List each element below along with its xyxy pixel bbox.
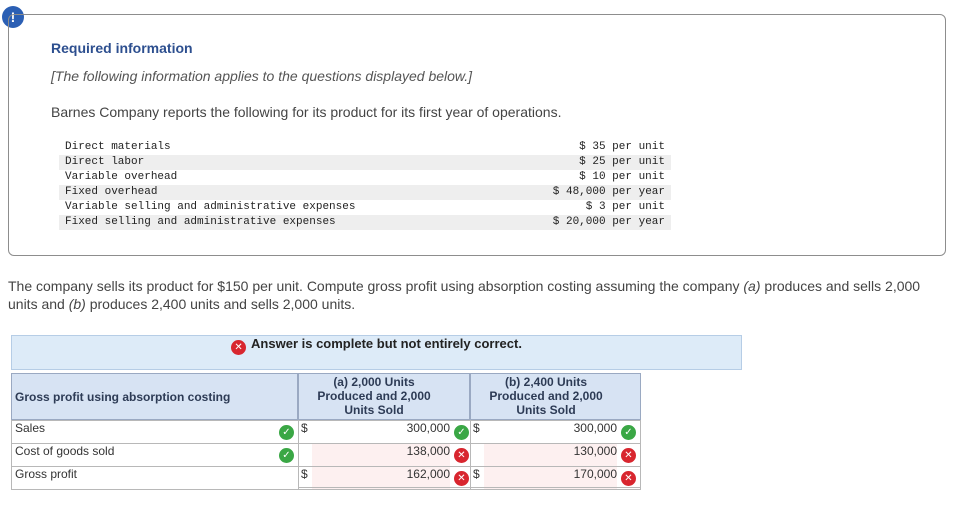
table-row: Direct labor $ 25 per unit (59, 155, 671, 170)
row-label-sales: Sales (15, 421, 46, 435)
required-information-title: Required information (51, 40, 193, 56)
col-b-header: (b) 2,400 Units Produced and 2,000 Units… (470, 375, 622, 417)
cost-label: Fixed overhead (59, 185, 499, 200)
sales-b-input[interactable]: 300,000 (484, 421, 617, 443)
double-underline (298, 487, 641, 488)
incorrect-icon: ✕ (621, 471, 636, 486)
cost-label: Variable selling and administrative expe… (65, 201, 356, 213)
table-row: Fixed selling and administrative expense… (59, 215, 671, 230)
question-part: produces 2,400 units and sells 2,000 uni… (85, 296, 356, 312)
banner-text: Answer is complete but not entirely corr… (251, 336, 522, 351)
dollar-sign: $ (301, 421, 308, 435)
question-text: The company sells its product for $150 p… (8, 277, 948, 313)
table-row: Fixed overhead $ 48,000 per year (59, 185, 671, 200)
cost-data-table: Direct materials $ 35 per unit Direct lab… (59, 140, 671, 230)
cost-value: $ 3 per unit (585, 201, 665, 213)
incorrect-icon: ✕ (454, 448, 469, 463)
answer-status-banner: ✕ Answer is complete but not entirely cor… (11, 335, 742, 370)
cost-label: Fixed selling and administrative expense… (59, 215, 499, 230)
check-icon: ✓ (454, 425, 469, 440)
col-b-header-line: Produced and 2,000 (489, 389, 603, 403)
check-icon: ✓ (279, 425, 294, 440)
cost-label: Direct materials (65, 141, 171, 153)
cost-label: Direct labor (59, 155, 499, 170)
question-marker-b: (b) (68, 296, 86, 312)
col-a-header: (a) 2,000 Units Produced and 2,000 Units… (298, 375, 450, 417)
row-label-cogs: Cost of goods sold (15, 444, 115, 458)
incorrect-icon: ✕ (231, 340, 247, 355)
col-a-header-line: (a) 2,000 Units (333, 375, 415, 389)
intro-text: Barnes Company reports the following for… (51, 104, 562, 120)
dollar-sign: $ (473, 467, 480, 481)
col-divider (640, 420, 641, 490)
table-row: Direct materials $ 35 per unit (59, 140, 671, 155)
check-icon: ✓ (279, 448, 294, 463)
dollar-sign: $ (473, 421, 480, 435)
required-information-subtitle: [The following information applies to th… (51, 68, 473, 84)
table-header-label: Gross profit using absorption costing (15, 390, 231, 404)
col-divider (470, 420, 471, 490)
cost-value: $ 35 per unit (579, 141, 665, 153)
cogs-a-input[interactable]: 138,000 (312, 444, 450, 466)
incorrect-icon: ✕ (621, 448, 636, 463)
incorrect-icon: ✕ (454, 471, 469, 486)
table-row: Variable overhead $ 10 per unit (59, 170, 671, 185)
row-label-gross-profit: Gross profit (15, 467, 78, 481)
dollar-sign: $ (301, 467, 308, 481)
cogs-b-input[interactable]: 130,000 (484, 444, 617, 466)
row-divider (11, 489, 641, 490)
cost-label: Variable overhead (65, 171, 178, 183)
table-row: Variable selling and administrative expe… (59, 200, 671, 215)
col-a-header-line: Units Sold (344, 403, 404, 417)
question-part: The company sells its product for $150 p… (8, 278, 744, 294)
col-divider (298, 420, 299, 490)
gross-profit-b-input[interactable]: 170,000 (484, 467, 617, 489)
cost-value: $ 48,000 per year (499, 185, 671, 200)
col-divider (11, 420, 12, 490)
check-icon: ✓ (621, 425, 636, 440)
col-b-header-line: (b) 2,400 Units (504, 375, 588, 389)
col-a-header-line: Produced and 2,000 (317, 389, 431, 403)
cost-value: $ 20,000 per year (499, 215, 671, 230)
cost-value: $ 10 per unit (579, 171, 665, 183)
gross-profit-a-input[interactable]: 162,000 (312, 467, 450, 489)
col-b-header-line: Units Sold (516, 403, 576, 417)
cost-value: $ 25 per unit (499, 155, 671, 170)
question-marker-a: (a) (743, 278, 761, 294)
sales-a-input[interactable]: 300,000 (312, 421, 450, 443)
